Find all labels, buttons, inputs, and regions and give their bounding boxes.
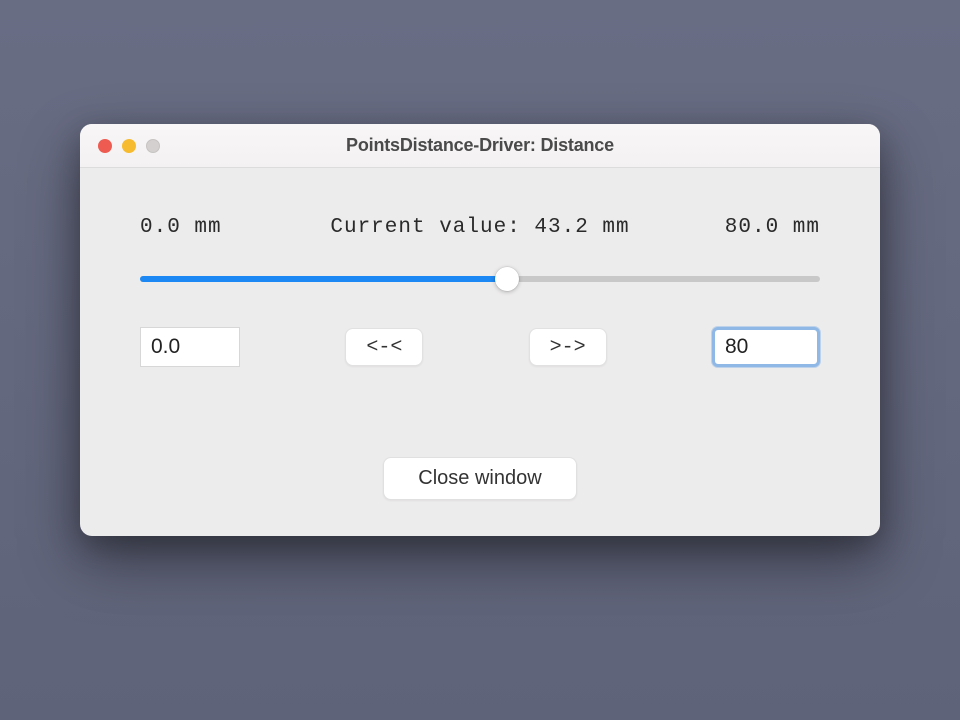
slider-thumb[interactable] (495, 267, 519, 291)
slider-max-label: 80.0 mm (725, 216, 820, 239)
minimize-icon[interactable] (122, 139, 136, 153)
dialog-window: PointsDistance-Driver: Distance 0.0 mm C… (80, 124, 880, 536)
close-icon[interactable] (98, 139, 112, 153)
controls-row: <-< >-> (136, 327, 824, 367)
titlebar[interactable]: PointsDistance-Driver: Distance (80, 124, 880, 168)
maximize-icon (146, 139, 160, 153)
window-title: PointsDistance-Driver: Distance (80, 135, 880, 156)
slider-current-label: Current value: 43.2 mm (330, 216, 629, 239)
close-window-button[interactable]: Close window (383, 457, 576, 500)
step-left-button[interactable]: <-< (345, 328, 423, 366)
step-right-button[interactable]: >-> (529, 328, 607, 366)
slider-labels-row: 0.0 mm Current value: 43.2 mm 80.0 mm (136, 216, 824, 239)
max-value-input[interactable] (712, 327, 820, 367)
min-value-input[interactable] (140, 327, 240, 367)
traffic-lights (98, 139, 160, 153)
close-row: Close window (136, 457, 824, 500)
window-content: 0.0 mm Current value: 43.2 mm 80.0 mm <-… (80, 168, 880, 536)
slider[interactable] (136, 267, 824, 291)
slider-fill (140, 276, 508, 282)
slider-min-label: 0.0 mm (140, 216, 222, 239)
